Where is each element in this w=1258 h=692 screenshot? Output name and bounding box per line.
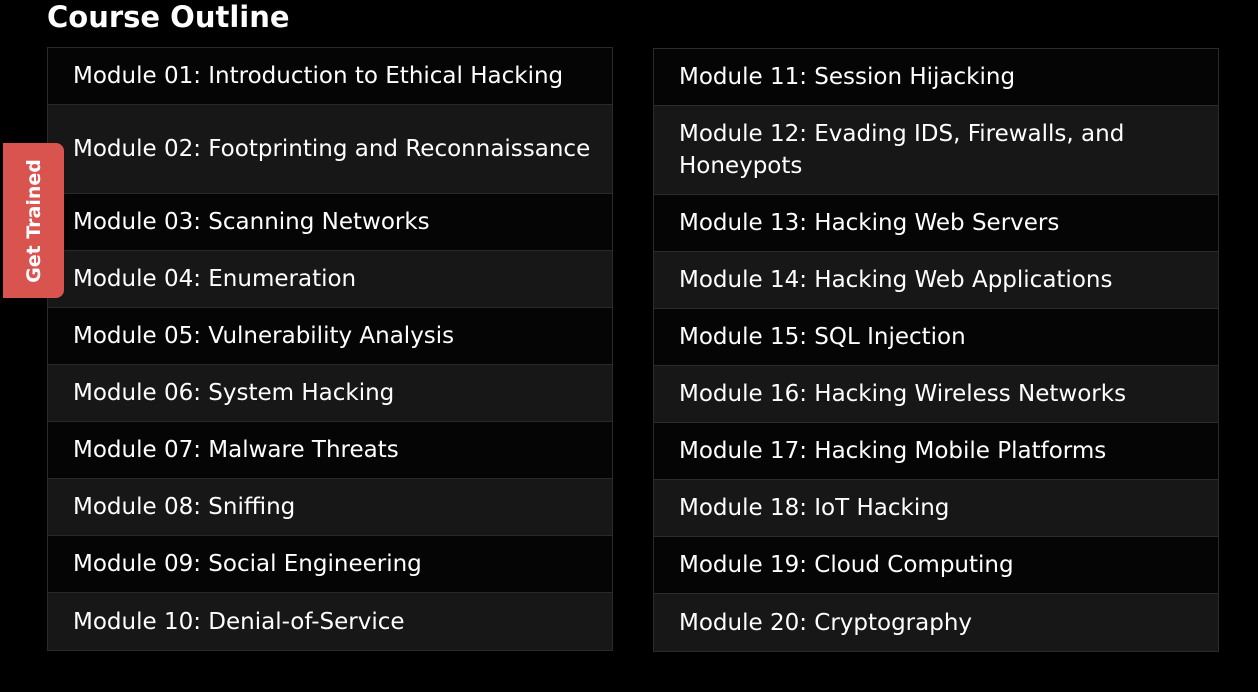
module-label: Module 12: Evading IDS, Firewalls, and H… — [679, 121, 1125, 179]
module-item[interactable]: Module 08: Sniffing — [48, 479, 612, 536]
module-list-right: Module 11: Session Hijacking Module 12: … — [653, 48, 1219, 652]
module-item[interactable]: Module 19: Cloud Computing — [654, 537, 1218, 594]
module-label: Module 18: IoT Hacking — [679, 495, 950, 521]
page-title: Course Outline — [47, 0, 290, 34]
module-label: Module 07: Malware Threats — [73, 437, 399, 463]
get-trained-label: Get Trained — [22, 158, 45, 283]
module-label: Module 20: Cryptography — [679, 609, 973, 636]
module-label: Module 03: Scanning Networks — [73, 209, 430, 235]
module-item[interactable]: Module 11: Session Hijacking — [654, 49, 1218, 106]
module-item[interactable]: Module 18: IoT Hacking — [654, 480, 1218, 537]
module-label: Module 10: Denial-of-Service — [73, 608, 405, 635]
module-label: Module 13: Hacking Web Servers — [679, 210, 1060, 236]
module-label: Module 19: Cloud Computing — [679, 552, 1014, 578]
module-item[interactable]: Module 20: Cryptography — [654, 594, 1218, 651]
module-label: Module 15: SQL Injection — [679, 324, 966, 350]
module-item[interactable]: Module 07: Malware Threats — [48, 422, 612, 479]
module-label: Module 09: Social Engineering — [73, 551, 422, 577]
module-item[interactable]: Module 12: Evading IDS, Firewalls, and H… — [654, 106, 1218, 195]
module-label: Module 16: Hacking Wireless Networks — [679, 381, 1127, 407]
module-label: Module 01: Introduction to Ethical Hacki… — [73, 63, 564, 89]
module-item[interactable]: Module 09: Social Engineering — [48, 536, 612, 593]
module-item[interactable]: Module 10: Denial-of-Service — [48, 593, 612, 650]
module-item[interactable]: Module 06: System Hacking — [48, 365, 612, 422]
module-item[interactable]: Module 15: SQL Injection — [654, 309, 1218, 366]
module-list-left: Module 01: Introduction to Ethical Hacki… — [47, 47, 613, 651]
module-item[interactable]: Module 01: Introduction to Ethical Hacki… — [48, 48, 612, 105]
module-label: Module 04: Enumeration — [73, 266, 357, 292]
module-item[interactable]: Module 17: Hacking Mobile Platforms — [654, 423, 1218, 480]
course-outline-page: Course Outline Module 01: Introduction t… — [0, 0, 1258, 692]
module-label: Module 02: Footprinting and Reconnaissan… — [73, 136, 591, 162]
get-trained-tab[interactable]: Get Trained — [3, 143, 64, 298]
module-item[interactable]: Module 03: Scanning Networks — [48, 194, 612, 251]
module-label: Module 17: Hacking Mobile Platforms — [679, 438, 1107, 464]
module-label: Module 11: Session Hijacking — [679, 64, 1016, 90]
module-item[interactable]: Module 13: Hacking Web Servers — [654, 195, 1218, 252]
module-label: Module 05: Vulnerability Analysis — [73, 323, 455, 349]
module-label: Module 08: Sniffing — [73, 494, 296, 520]
module-label: Module 06: System Hacking — [73, 380, 395, 406]
module-item[interactable]: Module 16: Hacking Wireless Networks — [654, 366, 1218, 423]
module-label: Module 14: Hacking Web Applications — [679, 267, 1113, 293]
module-item[interactable]: Module 04: Enumeration — [48, 251, 612, 308]
module-item[interactable]: Module 05: Vulnerability Analysis — [48, 308, 612, 365]
module-item[interactable]: Module 02: Footprinting and Reconnaissan… — [48, 105, 612, 194]
module-item[interactable]: Module 14: Hacking Web Applications — [654, 252, 1218, 309]
